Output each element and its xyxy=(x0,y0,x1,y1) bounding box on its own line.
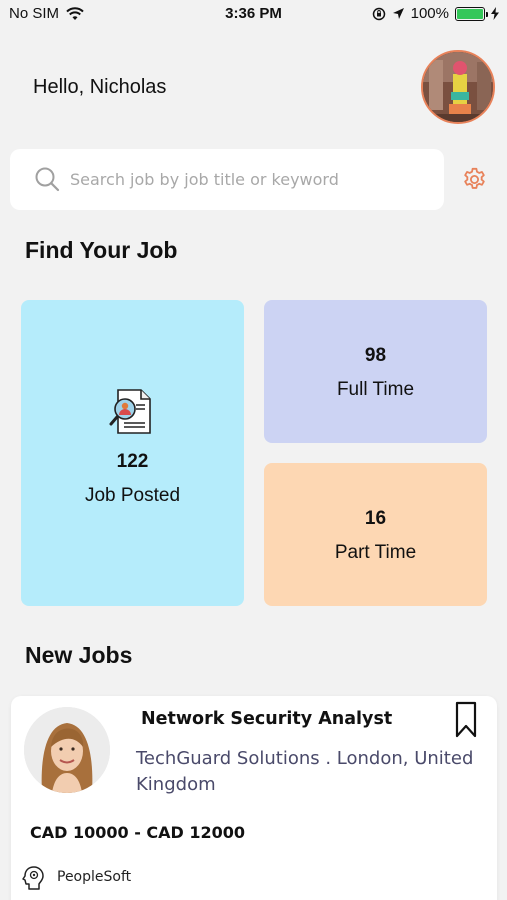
find-job-title: Find Your Job xyxy=(25,237,178,263)
job-posted-count: 122 xyxy=(116,451,149,472)
job-title[interactable]: Network Security Analyst xyxy=(141,709,392,729)
location-arrow-icon xyxy=(392,8,404,19)
full-time-label: Full Time xyxy=(336,379,415,400)
job-posted-label: Job Posted xyxy=(84,485,181,506)
full-time-card[interactable]: 98 Full Time xyxy=(264,300,487,443)
company-logo-avatar xyxy=(24,707,110,793)
part-time-card[interactable]: 16 Part Time xyxy=(264,463,487,606)
job-card[interactable]: Network Security Analyst TechGuard Solut… xyxy=(11,696,497,900)
battery-level xyxy=(457,8,483,19)
battery-icon xyxy=(455,6,488,21)
profile-avatar[interactable] xyxy=(421,50,495,124)
greeting-text: Hello, Nicholas xyxy=(33,76,167,98)
job-posted-card[interactable]: 122 Job Posted xyxy=(21,300,244,606)
search-icon xyxy=(35,167,60,192)
job-tag: PeopleSoft xyxy=(57,869,132,885)
part-time-count: 16 xyxy=(364,508,387,529)
orientation-lock-icon xyxy=(372,7,385,20)
charging-bolt-icon xyxy=(491,7,499,20)
search-box[interactable] xyxy=(10,149,444,210)
recruiter-photo xyxy=(24,707,110,793)
resume-search-icon xyxy=(109,389,151,434)
status-right: 100% xyxy=(372,5,499,22)
battery-percent: 100% xyxy=(410,5,449,22)
job-salary: CAD 10000 - CAD 12000 xyxy=(30,823,246,842)
job-company-location: TechGuard Solutions . London, United Kin… xyxy=(136,748,474,795)
brain-icon xyxy=(22,866,44,890)
bookmark-icon[interactable] xyxy=(454,701,478,739)
profile-photo xyxy=(423,52,493,122)
settings-gear-icon[interactable] xyxy=(461,166,488,193)
new-jobs-title: New Jobs xyxy=(25,642,133,668)
part-time-label: Part Time xyxy=(334,542,417,563)
full-time-count: 98 xyxy=(364,345,387,366)
search-input[interactable] xyxy=(70,149,430,210)
status-bar: No SIM 3:36 PM 100% xyxy=(0,0,507,28)
